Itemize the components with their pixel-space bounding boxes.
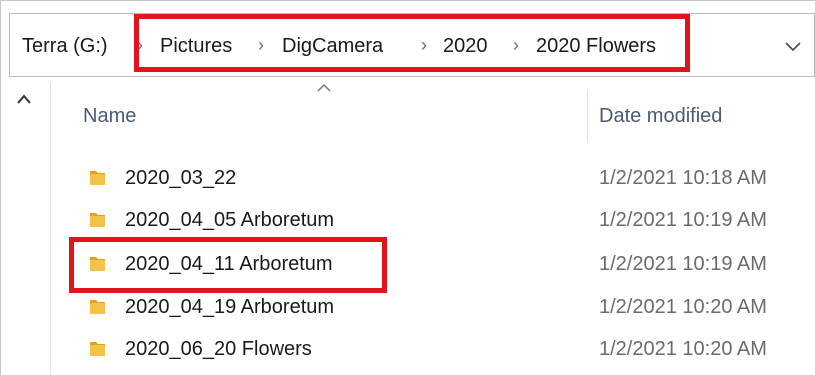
file-date-modified: 1/2/2021 10:18 AM: [599, 167, 767, 189]
column-header-date-modified[interactable]: Date modified: [599, 88, 722, 144]
breadcrumb-item-2020[interactable]: 2020: [443, 14, 488, 78]
chevron-down-icon[interactable]: [784, 14, 802, 78]
column-resize-handle[interactable]: [587, 90, 588, 142]
file-date-modified: 1/2/2021 10:19 AM: [599, 253, 767, 275]
file-name: 2020_04_19 Arboretum: [125, 296, 335, 318]
folder-icon: [88, 297, 108, 317]
list-item[interactable]: 2020_04_05 Arboretum 1/2/2021 10:19 AM: [51, 199, 815, 241]
breadcrumb-drive[interactable]: Terra (G:): [22, 14, 108, 78]
file-date-modified: 1/2/2021 10:20 AM: [599, 338, 767, 360]
list-item[interactable]: 2020_04_11 Arboretum 1/2/2021 10:19 AM: [51, 243, 815, 285]
file-name: 2020_03_22: [125, 167, 237, 189]
folder-icon: [88, 339, 108, 359]
list-item[interactable]: 2020_03_22 1/2/2021 10:18 AM: [51, 157, 815, 199]
file-name: 2020_04_05 Arboretum: [125, 209, 335, 231]
list-item[interactable]: 2020_04_19 Arboretum 1/2/2021 10:20 AM: [51, 286, 815, 328]
sort-ascending-icon: [316, 80, 332, 98]
file-name: 2020_06_20 Flowers: [125, 338, 312, 360]
folder-icon: [88, 168, 108, 188]
breadcrumb-item-pictures[interactable]: Pictures: [160, 14, 232, 78]
breadcrumb-item-digcamera[interactable]: DigCamera: [282, 14, 383, 78]
breadcrumb-item-2020-flowers[interactable]: 2020 Flowers: [536, 14, 656, 78]
file-date-modified: 1/2/2021 10:19 AM: [599, 209, 767, 231]
scroll-up-icon[interactable]: [16, 88, 32, 111]
file-date-modified: 1/2/2021 10:20 AM: [599, 296, 767, 318]
column-header-name[interactable]: Name: [83, 88, 136, 144]
breadcrumb-separator-icon[interactable]: ›: [137, 14, 143, 78]
address-bar[interactable]: Terra (G:) › Pictures › DigCamera › 2020…: [9, 13, 815, 77]
folder-icon: [88, 254, 108, 274]
breadcrumb-separator-icon[interactable]: ›: [513, 14, 519, 78]
list-item[interactable]: 2020_06_20 Flowers 1/2/2021 10:20 AM: [51, 328, 815, 370]
folder-icon: [88, 210, 108, 230]
breadcrumb-separator-icon[interactable]: ›: [421, 14, 427, 78]
file-name: 2020_04_11 Arboretum: [125, 253, 333, 275]
breadcrumb-separator-icon[interactable]: ›: [258, 14, 264, 78]
